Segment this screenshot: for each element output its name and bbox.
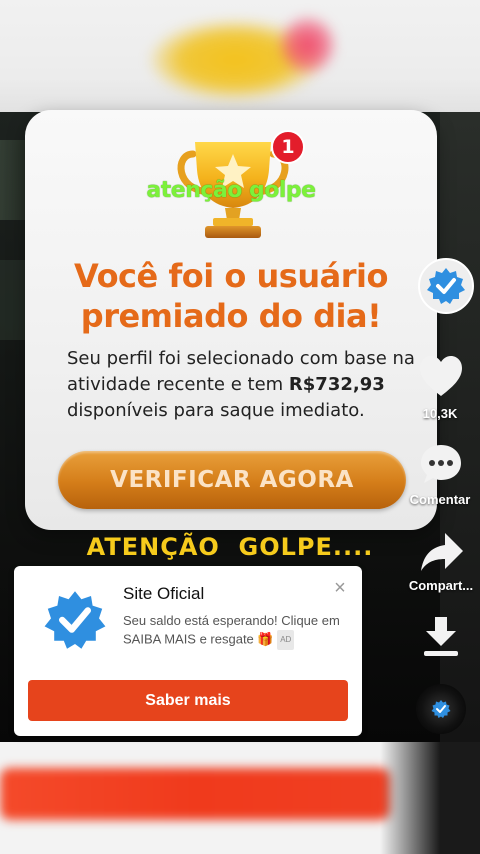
music-disc[interactable] (416, 684, 466, 734)
learn-more-button[interactable]: Saber mais (28, 680, 348, 721)
scam-watermark: atenção golpe (146, 178, 316, 203)
prize-description-suffix: disponíveis para saque imediato. (67, 400, 365, 421)
verified-badge-icon (431, 700, 451, 718)
video-background-bottom-fade (380, 742, 480, 854)
notification-badge: 1 (271, 130, 305, 164)
ad-description-text: Seu saldo está esperando! Clique em SAIB… (123, 613, 340, 647)
scam-warning-subtitle: ATENÇÃO GOLPE.... (86, 533, 374, 561)
verify-now-label: VERIFICAR AGORA (110, 467, 354, 493)
ad-tag: AD (277, 630, 295, 650)
prize-description: Seu perfil foi selecionado com base na a… (67, 346, 417, 424)
sponsored-ad-card[interactable]: Site Oficial × Seu saldo está esperando!… (14, 566, 362, 736)
like-count: 10,3K (422, 406, 458, 421)
learn-more-label: Saber mais (145, 691, 231, 709)
creator-avatar[interactable] (418, 258, 474, 314)
prize-title: Você foi o usuário premiado do dia! (74, 257, 388, 335)
notification-count: 1 (281, 136, 295, 158)
video-scenery (0, 260, 28, 340)
share-label: Compart... (408, 578, 474, 593)
heart-icon[interactable] (418, 354, 464, 400)
verified-badge-icon (44, 591, 106, 649)
comment-icon[interactable] (419, 443, 463, 487)
close-icon[interactable]: × (330, 578, 350, 598)
ad-title: Site Oficial (123, 584, 205, 603)
ad-description: Seu saldo está esperando! Clique em SAIB… (123, 612, 355, 650)
verify-now-button: VERIFICAR AGORA (58, 451, 406, 509)
prize-amount: R$732,93 (288, 374, 385, 395)
share-icon[interactable] (419, 529, 465, 575)
prize-popup: 1 atenção golpe Você foi o usuário premi… (25, 110, 437, 530)
download-icon[interactable] (420, 615, 462, 659)
comment-label: Comentar (409, 492, 471, 507)
blurred-button-background (0, 768, 390, 820)
verified-badge-icon (427, 268, 465, 304)
blurred-badge-background (280, 15, 335, 75)
